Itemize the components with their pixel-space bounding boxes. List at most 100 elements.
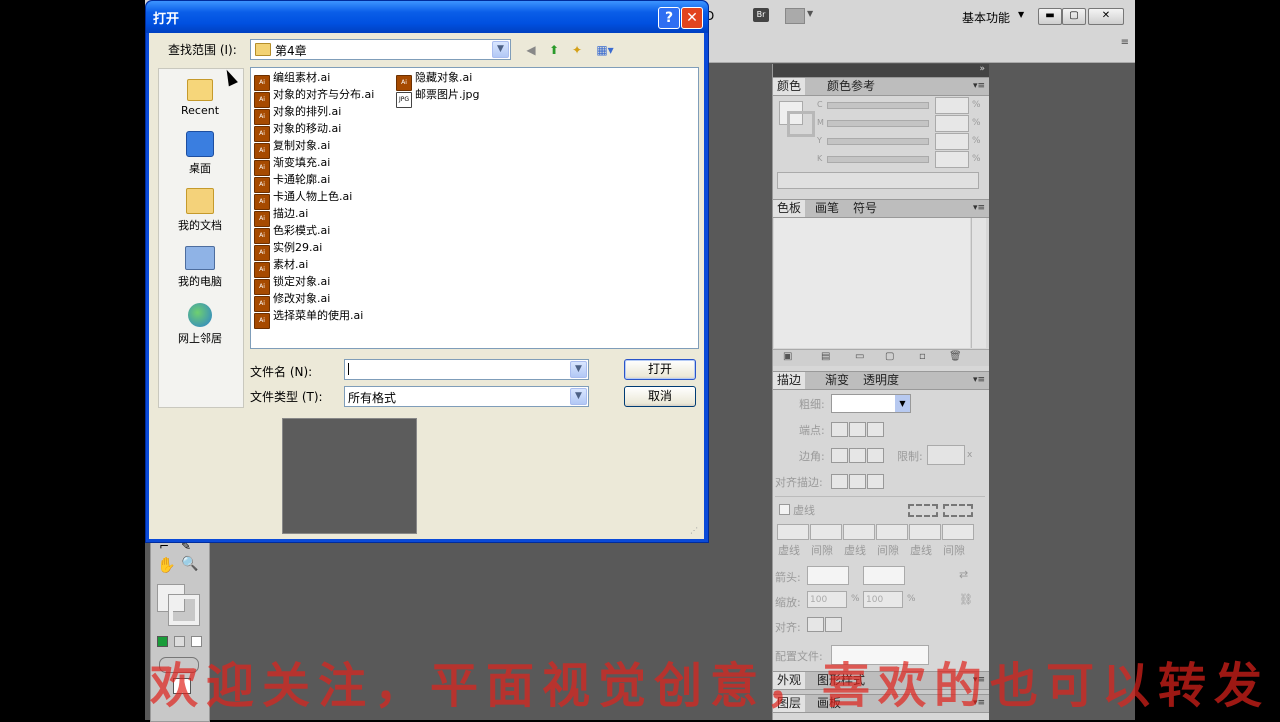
list-item[interactable]: Ai 复制对象.ai xyxy=(254,138,330,159)
list-item[interactable]: Ai 对象的排列.ai xyxy=(254,104,341,125)
list-item[interactable]: JPG 邮票图片.jpg xyxy=(396,87,480,108)
close-button[interactable]: ✕ xyxy=(681,7,703,29)
new-folder-icon[interactable]: ✦ xyxy=(569,42,585,58)
stroke-color-box[interactable] xyxy=(168,594,200,626)
list-item[interactable]: Ai 锁定对象.ai xyxy=(254,274,330,295)
limit-input[interactable] xyxy=(927,445,965,465)
bridge-button[interactable]: Br xyxy=(753,8,769,22)
chevron-down-icon[interactable]: ▼ xyxy=(807,9,813,18)
tab-swatches[interactable]: 色板 xyxy=(773,200,806,217)
lookin-combobox[interactable]: 第4章 ▼ xyxy=(250,39,511,60)
arrange-docs-icon[interactable] xyxy=(785,8,805,24)
lookin-dropdown-icon[interactable]: ▼ xyxy=(492,41,509,58)
dialog-titlebar[interactable]: 打开 ? ✕ xyxy=(146,1,708,33)
list-item[interactable]: Ai 实例29.ai xyxy=(254,240,322,261)
new-swatch-icon[interactable]: ▫ xyxy=(919,351,926,362)
slider-c[interactable] xyxy=(827,102,929,109)
list-item[interactable]: Ai 卡通轮廓.ai xyxy=(254,172,330,193)
align-center-button[interactable] xyxy=(831,474,848,489)
weight-input[interactable]: ▼ xyxy=(831,394,911,413)
weight-dropdown-icon[interactable]: ▼ xyxy=(895,395,910,412)
tab-color-guide[interactable]: 颜色参考 xyxy=(823,78,879,95)
arrow-align-tip-button[interactable] xyxy=(807,617,824,632)
preserve-dash-icon[interactable] xyxy=(908,504,938,517)
list-item[interactable]: Ai 对象的移动.ai xyxy=(254,121,341,142)
filename-dropdown-icon[interactable]: ▼ xyxy=(570,361,587,378)
gap-3-input[interactable] xyxy=(942,524,974,540)
bevel-join-button[interactable] xyxy=(867,448,884,463)
butt-cap-button[interactable] xyxy=(831,422,848,437)
maximize-button[interactable]: ▢ xyxy=(1062,8,1086,25)
link-scale-icon[interactable]: ⛓ xyxy=(959,593,973,606)
workspace-switcher[interactable]: 基本功能 xyxy=(962,9,1010,26)
help-button[interactable]: ? xyxy=(658,7,680,29)
new-color-group-icon[interactable]: ▢ xyxy=(885,351,894,362)
value-c[interactable] xyxy=(935,97,969,114)
control-bar-menu-icon[interactable]: ≡ xyxy=(1121,37,1129,48)
end-arrow-select[interactable] xyxy=(863,566,905,585)
value-k[interactable] xyxy=(935,151,969,168)
open-button[interactable]: 打开 xyxy=(624,359,696,380)
panel-menu-icon[interactable]: ▾≡ xyxy=(973,78,985,95)
list-item[interactable]: Ai 选择菜单的使用.ai xyxy=(254,308,363,329)
tab-gradient[interactable]: 渐变 xyxy=(821,372,853,389)
tab-stroke[interactable]: 描边 xyxy=(773,372,806,389)
list-item[interactable]: Ai 对象的对齐与分布.ai xyxy=(254,87,374,108)
slider-m[interactable] xyxy=(827,120,929,127)
list-item[interactable]: Ai 修改对象.ai xyxy=(254,291,330,312)
cancel-button[interactable]: 取消 xyxy=(624,386,696,407)
swatch-kind-icon[interactable]: ▤ xyxy=(821,351,830,362)
list-item[interactable]: Ai 编组素材.ai xyxy=(254,70,330,91)
list-item[interactable]: Ai 隐藏对象.ai xyxy=(396,70,472,91)
gap-2-input[interactable] xyxy=(876,524,908,540)
up-folder-icon[interactable]: ⬆ xyxy=(546,42,562,58)
swatch-options-icon[interactable]: ▭ xyxy=(855,351,864,362)
swap-arrows-icon[interactable]: ⇄ xyxy=(959,568,968,581)
miter-join-button[interactable] xyxy=(831,448,848,463)
filename-combobox[interactable]: ▼ xyxy=(344,359,589,380)
back-icon[interactable]: ◀ xyxy=(523,42,539,58)
dashed-checkbox[interactable] xyxy=(779,504,790,515)
start-scale-input[interactable]: 100 xyxy=(807,591,847,608)
app-close-button[interactable]: ✕ xyxy=(1088,8,1124,25)
end-scale-input[interactable]: 100 xyxy=(863,591,903,608)
list-item[interactable]: Ai 色彩模式.ai xyxy=(254,223,330,244)
stroke-swatch[interactable] xyxy=(787,111,815,137)
gap-1-input[interactable] xyxy=(810,524,842,540)
dash-3-input[interactable] xyxy=(909,524,941,540)
dash-2-input[interactable] xyxy=(843,524,875,540)
minimize-button[interactable]: ▬ xyxy=(1038,8,1062,25)
slider-y[interactable] xyxy=(827,138,929,145)
resize-grip-icon[interactable]: ⋰ xyxy=(690,526,698,535)
zoom-tool-icon[interactable]: 🔍 xyxy=(181,556,198,572)
tab-transparency[interactable]: 透明度 xyxy=(859,372,903,389)
place-documents[interactable]: 我的文档 xyxy=(160,188,240,233)
round-join-button[interactable] xyxy=(849,448,866,463)
round-cap-button[interactable] xyxy=(849,422,866,437)
projecting-cap-button[interactable] xyxy=(867,422,884,437)
swatches-scrollbar[interactable] xyxy=(971,218,986,348)
swatch-library-icon[interactable]: ▣ xyxy=(783,351,792,362)
tab-symbols[interactable]: 符号 xyxy=(849,200,881,217)
place-network[interactable]: 网上邻居 xyxy=(160,303,240,346)
list-item[interactable]: Ai 描边.ai xyxy=(254,206,308,227)
list-item[interactable]: Ai 渐变填充.ai xyxy=(254,155,330,176)
arrow-align-end-button[interactable] xyxy=(825,617,842,632)
align-dash-icon[interactable] xyxy=(943,504,973,517)
filetype-dropdown-icon[interactable]: ▼ xyxy=(570,388,587,405)
value-y[interactable] xyxy=(935,133,969,150)
workspace-chevron-icon[interactable]: ▼ xyxy=(1018,10,1024,19)
view-menu-icon[interactable]: ▦▾ xyxy=(593,42,617,58)
panel-menu-icon[interactable]: ▾≡ xyxy=(973,200,985,217)
file-list[interactable]: Ai 编组素材.ai Ai 对象的对齐与分布.ai Ai 对象的排列.ai Ai 对象的… xyxy=(250,67,699,349)
tab-brushes[interactable]: 画笔 xyxy=(811,200,843,217)
trash-icon[interactable]: 🗑 xyxy=(949,351,962,362)
list-item[interactable]: Ai 素材.ai xyxy=(254,257,308,278)
collapse-dock-icon[interactable]: » xyxy=(979,64,985,74)
slider-k[interactable] xyxy=(827,156,929,163)
align-inside-button[interactable] xyxy=(849,474,866,489)
filetype-combobox[interactable]: 所有格式 ▼ xyxy=(344,386,589,407)
color-spectrum-bar[interactable] xyxy=(777,172,979,189)
panel-menu-icon[interactable]: ▾≡ xyxy=(973,372,985,389)
tab-color[interactable]: 颜色 xyxy=(773,78,806,95)
